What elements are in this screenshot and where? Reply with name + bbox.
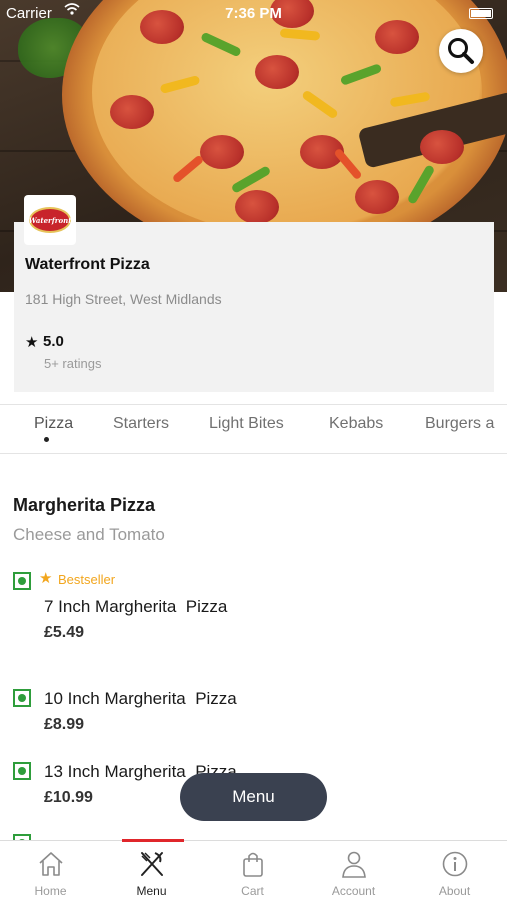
nav-label-cart: Cart [241, 884, 264, 898]
cutlery-icon [141, 852, 163, 876]
nav-label-about: About [438, 884, 471, 898]
shopping-bag-icon [243, 852, 263, 877]
nav-home[interactable]: Home [0, 841, 101, 900]
restaurant-name: Waterfront Pizza [25, 256, 150, 273]
section-subtitle: Cheese and Tomato [13, 525, 165, 544]
active-tab-indicator [44, 437, 49, 442]
menu-button[interactable]: Menu [180, 773, 327, 821]
nav-about[interactable]: About [404, 841, 505, 900]
tab-burgers[interactable]: Burgers a [425, 415, 494, 433]
tab-light-bites[interactable]: Light Bites [209, 415, 284, 433]
active-nav-indicator [122, 839, 184, 842]
menu-item-price: £5.49 [44, 624, 85, 641]
section-title: Margherita Pizza [13, 495, 156, 515]
bottom-navigation: Home Menu Cart Account About [0, 840, 507, 900]
search-icon [448, 38, 474, 64]
tab-pizza[interactable]: Pizza [34, 415, 73, 433]
restaurant-logo-mark: Waterfront [29, 207, 71, 233]
bestseller-badge: Bestseller [58, 572, 116, 587]
category-tabs: Pizza Starters Light Bites Kebabs Burger… [0, 404, 507, 454]
rating-value: 5.0 [43, 333, 64, 350]
nav-cart[interactable]: Cart [202, 841, 303, 900]
battery-icon [469, 8, 493, 19]
bestseller-star-icon: ★ [39, 570, 53, 587]
menu-item-name[interactable]: 10 Inch Margherita Pizza [44, 689, 237, 709]
restaurant-logo: Waterfront [24, 195, 76, 245]
home-icon [39, 852, 63, 876]
person-icon [342, 851, 366, 878]
nav-account[interactable]: Account [303, 841, 404, 900]
menu-item-name[interactable]: 7 Inch Margherita Pizza [44, 597, 227, 617]
status-time: 7:36 PM [225, 5, 282, 22]
search-button[interactable] [439, 29, 483, 73]
veg-icon [13, 762, 31, 780]
star-icon: ★ [25, 334, 39, 351]
menu-item-price: £10.99 [44, 789, 93, 806]
rating-count: 5+ ratings [44, 356, 102, 371]
nav-label-account: Account [331, 884, 376, 898]
tab-kebabs[interactable]: Kebabs [329, 415, 383, 433]
nav-label-home: Home [34, 884, 67, 898]
veg-icon [13, 689, 31, 707]
veg-icon [13, 572, 31, 590]
menu-item-price: £8.99 [44, 716, 85, 733]
info-icon [442, 851, 468, 877]
nav-label-menu: Menu [136, 884, 167, 898]
tab-starters[interactable]: Starters [113, 415, 169, 433]
nav-menu[interactable]: Menu [101, 841, 202, 900]
status-bar: Carrier 7:36 PM [0, 0, 507, 26]
restaurant-address: 181 High Street, West Midlands [25, 291, 222, 307]
